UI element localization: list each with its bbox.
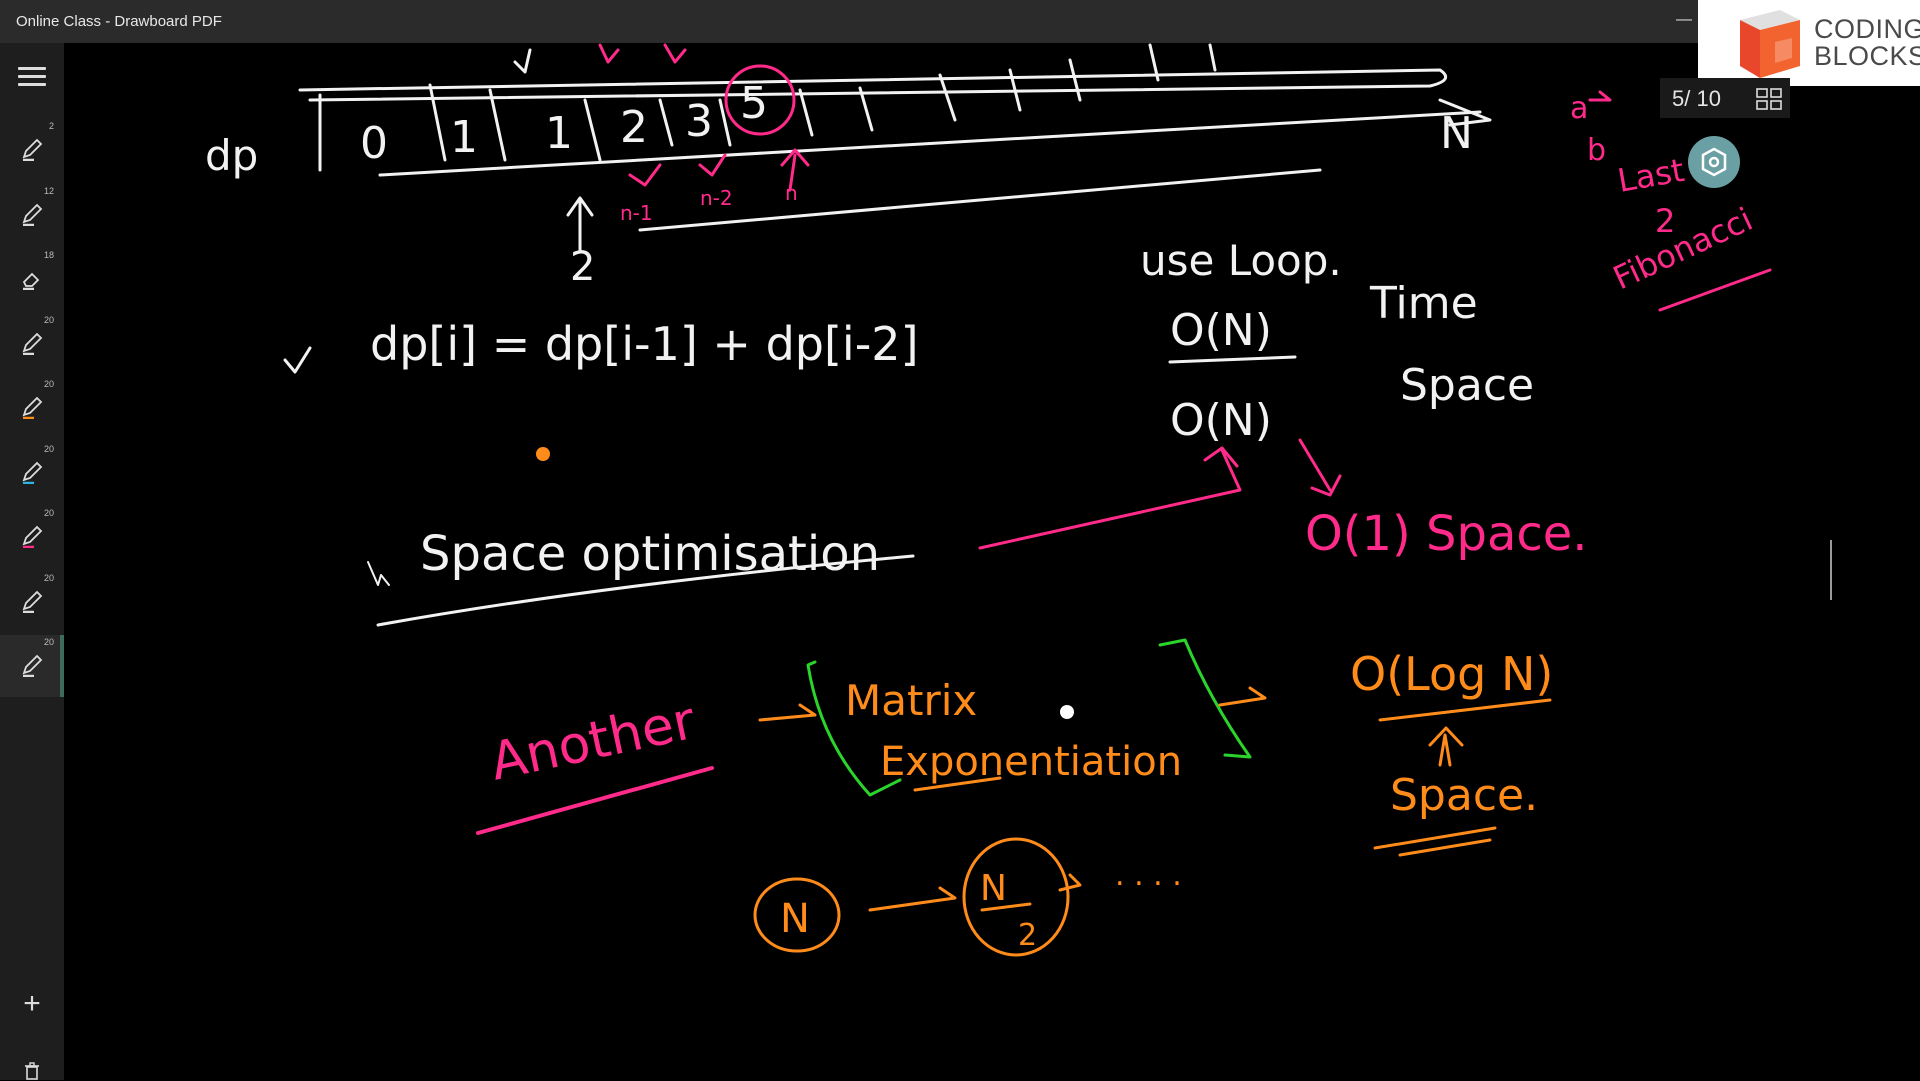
grid-view-icon[interactable] [1756,88,1782,110]
svg-text:n-2: n-2 [700,186,733,210]
svg-text:a: a [1570,91,1588,126]
pen-icon [22,138,43,161]
pen-tool-orange[interactable]: 20 [0,377,64,439]
pen-tool-cyan[interactable]: 20 [0,442,64,504]
pen-icon [22,396,43,419]
pen-icon [22,525,43,548]
space-dot-text: Space. [1390,770,1538,821]
ologn-text: O(Log N) [1350,647,1553,701]
exponentiation-text: Exponentiation [880,739,1182,785]
svg-text:Last: Last [1615,151,1687,200]
svg-text:3: 3 [685,96,713,147]
page-number: 5/ 10 [1672,86,1721,111]
svg-text:n: n [785,181,798,205]
svg-text:N: N [1440,108,1473,159]
drawing-canvas[interactable]: dp 0 1 1 2 3 5 N 2 n-1 n-2 n dp[i] = dp[… [64,43,1920,1080]
svg-text:dp: dp [205,131,258,180]
tool-size-label: 20 [43,443,54,454]
tool-size-label: 20 [43,572,54,583]
recurrence-text: dp[i] = dp[i-1] + dp[i-2] [370,317,919,371]
pen-tool-2[interactable]: 12 [0,184,64,246]
svg-text:1: 1 [450,112,478,163]
hexagon-icon [1701,147,1727,177]
pen-tool-1[interactable]: 2 [0,119,64,181]
eraser-tool[interactable]: 18 [0,248,64,310]
tool-size-label: 20 [43,508,54,518]
time-label: Time [1369,278,1478,329]
n-text: N [780,896,810,942]
pen-tool-green[interactable]: 20 [0,635,64,697]
time-complexity: O(N) [1170,305,1272,356]
hamburger-menu-icon[interactable] [18,67,46,89]
svg-text:0: 0 [360,118,388,169]
space-complexity: O(N) [1170,395,1272,446]
minimize-button[interactable]: — [1672,8,1696,32]
svg-text:b: b [1587,133,1606,168]
title-bar: Online Class - Drawboard PDF — [0,0,1920,43]
tool-sidebar: 2 12 18 20 20 20 20 20 20 + [0,43,64,1080]
page-indicator: 5/ 10 [1660,78,1790,118]
pen-icon [22,332,43,355]
pen-icon [22,461,43,484]
vertical-scrollbar[interactable] [1830,540,1832,600]
window-title: Online Class - Drawboard PDF [16,13,222,30]
pen-tool-white-2[interactable]: 20 [0,571,64,633]
space-label: Space [1400,360,1534,411]
tool-size-label: 12 [43,185,54,196]
pen-tool-white[interactable]: 20 [0,313,64,375]
svg-text:2: 2 [570,244,595,290]
laser-pointer-dot [536,447,550,461]
tool-size-label: 20 [43,379,54,389]
matrix-text: Matrix [845,676,977,725]
tool-size-label: 2 [48,121,54,131]
coding-blocks-logo: CODING BLOCKS [1698,0,1920,86]
cursor-dot [1060,705,1074,719]
dp-array-sketch [298,43,1492,252]
space-optimisation-text: Space optimisation [420,526,880,582]
pen-tool-pink[interactable]: 20 [0,506,64,568]
n-half-denom: 2 [1018,918,1037,953]
settings-hex-button[interactable] [1688,136,1740,188]
another-text: Another [485,691,701,793]
trash-icon[interactable] [22,1061,42,1081]
svg-text:1: 1 [545,108,573,159]
svg-text:5: 5 [740,78,768,129]
o1-space-text: O(1) Space. [1305,506,1588,562]
use-loop-text: use Loop. [1140,236,1342,285]
pen-icon [22,590,43,613]
svg-text:n-1: n-1 [620,201,653,225]
eraser-icon [22,272,40,290]
n-half-num: N [980,868,1007,909]
continuation-dots: . . . . [1115,858,1182,893]
fibonacci-note: a b Last 2 Fibonacci [1570,91,1758,297]
pen-icon [22,654,43,677]
tool-size-label: 18 [43,250,54,260]
brand-line-2: BLOCKS [1814,41,1920,71]
tool-size-label: 20 [43,314,54,325]
tool-size-label: 20 [43,637,54,647]
add-icon[interactable]: + [20,989,44,1019]
cube-logo-icon [1740,10,1800,78]
pen-icon [22,203,43,226]
brand-line-1: CODING [1814,14,1920,44]
svg-text:2: 2 [620,102,648,153]
